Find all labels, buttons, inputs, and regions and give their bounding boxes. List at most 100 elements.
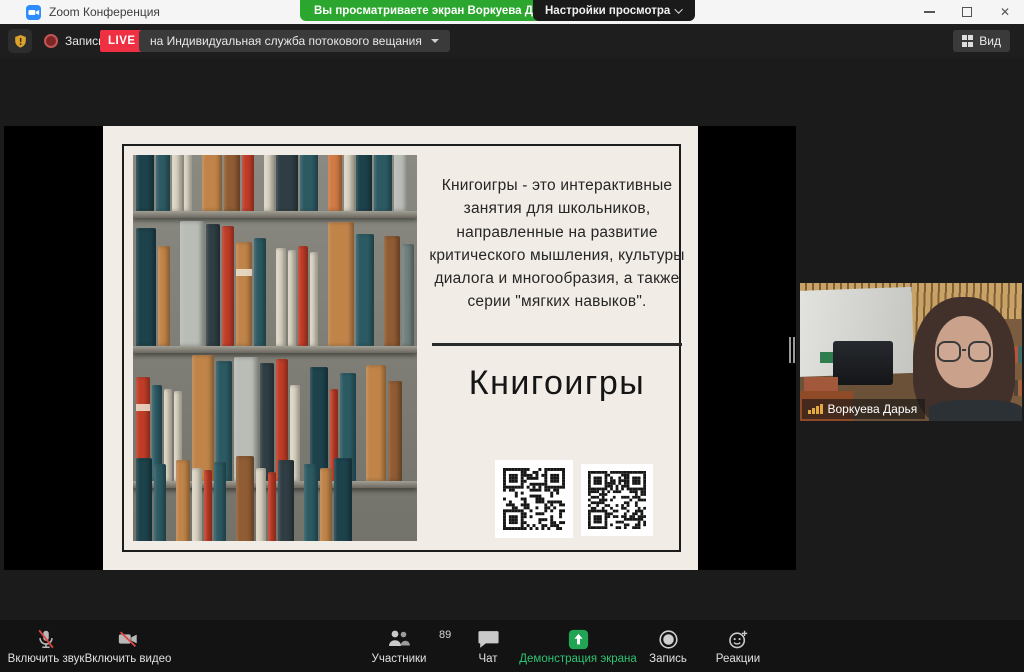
live-badge: LIVE <box>100 30 144 52</box>
reactions-button[interactable]: Реакции <box>708 628 768 665</box>
book-spine <box>278 460 294 541</box>
book-spine <box>304 464 318 541</box>
record-button[interactable]: Запись <box>640 628 696 665</box>
unmute-button[interactable]: Включить звук <box>8 628 84 665</box>
stream-destination-label: на Индивидуальная служба потокового веща… <box>150 34 422 48</box>
caret-down-icon <box>431 39 439 47</box>
share-screen-icon <box>568 629 589 650</box>
presentation-slide: Книгоигры - это интерактивные занятия дл… <box>103 126 698 570</box>
book-spine <box>276 248 286 346</box>
book-spine <box>356 155 372 211</box>
book-spine <box>288 250 296 346</box>
start-video-button[interactable]: Включить видео <box>88 628 168 665</box>
share-screen-label: Демонстрация экрана <box>519 653 637 665</box>
title-bar-left: Zoom Конференция <box>26 0 160 24</box>
grid-view-icon <box>962 35 974 47</box>
shared-screen-region: Книгоигры - это интерактивные занятия дл… <box>4 126 796 570</box>
reactions-label: Реакции <box>716 653 760 665</box>
book-spine <box>394 155 408 211</box>
camera-off-icon <box>116 628 140 650</box>
start-video-label: Включить видео <box>85 653 172 665</box>
view-settings-dropdown[interactable]: Настройки просмотра <box>533 0 695 21</box>
book-spine <box>156 155 170 211</box>
book-spine <box>136 458 152 541</box>
view-button[interactable]: Вид <box>953 30 1010 52</box>
participant-name-tag: Воркуева Дарья <box>802 399 925 419</box>
book-spine <box>158 246 170 346</box>
participants-button[interactable]: 89 Участники <box>366 628 432 665</box>
book-spine <box>172 155 182 211</box>
book-spine <box>236 456 254 541</box>
book-spine <box>276 155 298 211</box>
book-spine <box>224 155 240 211</box>
close-button[interactable]: ✕ <box>986 0 1024 24</box>
chat-bubble-icon <box>478 629 499 649</box>
maximize-button[interactable] <box>948 0 986 24</box>
book-spine <box>192 355 214 481</box>
book-spine <box>268 472 276 541</box>
zoom-logo-icon <box>26 5 41 20</box>
book-spine <box>384 236 400 346</box>
book-spine <box>356 234 374 346</box>
book-spine <box>300 155 318 211</box>
record-label: Запись <box>649 653 687 665</box>
record-dot-icon <box>44 34 58 48</box>
share-screen-button[interactable]: Демонстрация экрана <box>520 628 636 665</box>
book-spine <box>202 155 222 211</box>
minimize-button[interactable] <box>910 0 948 24</box>
meeting-toolbar: Включить звук Включить видео <box>0 620 1024 672</box>
meeting-info-bar: Запись LIVE на Индивидуальная служба пот… <box>0 24 1024 58</box>
title-bar: Zoom Конференция Вы просматриваете экран… <box>0 0 1024 24</box>
book-spine <box>180 221 204 346</box>
book-spine <box>254 238 266 346</box>
book-spine <box>260 363 274 481</box>
participants-icon <box>387 629 411 649</box>
shield-icon <box>13 34 28 49</box>
slide-title: Книгоигры <box>428 364 686 403</box>
close-icon: ✕ <box>1000 6 1010 18</box>
book-spine <box>320 468 332 541</box>
book-spine <box>388 381 402 481</box>
window-controls: ✕ <box>910 0 1024 24</box>
book-spine <box>334 458 352 541</box>
minimize-icon <box>924 11 935 13</box>
book-spine <box>264 155 274 211</box>
book-spine <box>222 226 234 346</box>
book-spine <box>328 222 354 346</box>
book-spine <box>310 252 318 346</box>
book-spine <box>298 246 308 346</box>
view-settings-label: Настройки просмотра <box>545 5 670 17</box>
glasses <box>937 341 991 363</box>
maximize-icon <box>962 7 972 17</box>
book-spine <box>344 155 354 211</box>
book-spine <box>154 464 166 541</box>
chat-label: Чат <box>478 653 497 665</box>
reactions-smiley-icon <box>727 629 749 650</box>
book-spine <box>328 155 342 211</box>
microphone-muted-icon <box>35 628 57 650</box>
book-spine <box>242 155 254 211</box>
slide-divider <box>432 343 682 346</box>
unmute-label: Включить звук <box>8 653 85 665</box>
book-spine <box>184 155 192 211</box>
chat-button[interactable]: Чат <box>462 628 514 665</box>
participants-count: 89 <box>439 629 451 641</box>
record-icon <box>658 629 679 650</box>
book-spine <box>236 242 252 346</box>
video-panel-handle[interactable] <box>789 337 796 363</box>
stream-destination-dropdown[interactable]: на Индивидуальная служба потокового веща… <box>139 30 450 52</box>
encryption-badge[interactable] <box>8 29 32 53</box>
recording-label: Запись <box>65 34 104 48</box>
zoom-window: Zoom Конференция Вы просматриваете экран… <box>0 0 1024 672</box>
book-spine <box>176 460 190 541</box>
app-title: Zoom Конференция <box>49 5 160 19</box>
book-spine <box>256 468 266 541</box>
slide-paragraph: Книгоигры - это интерактивные занятия дл… <box>428 174 686 314</box>
qr-code-1 <box>495 460 573 538</box>
book-spine <box>136 155 154 211</box>
book-spine <box>214 462 226 541</box>
participant-video-tile[interactable]: Воркуева Дарья <box>800 283 1022 421</box>
signal-bars-icon <box>808 404 823 414</box>
book-spine <box>204 470 212 541</box>
view-button-label: Вид <box>979 34 1001 48</box>
